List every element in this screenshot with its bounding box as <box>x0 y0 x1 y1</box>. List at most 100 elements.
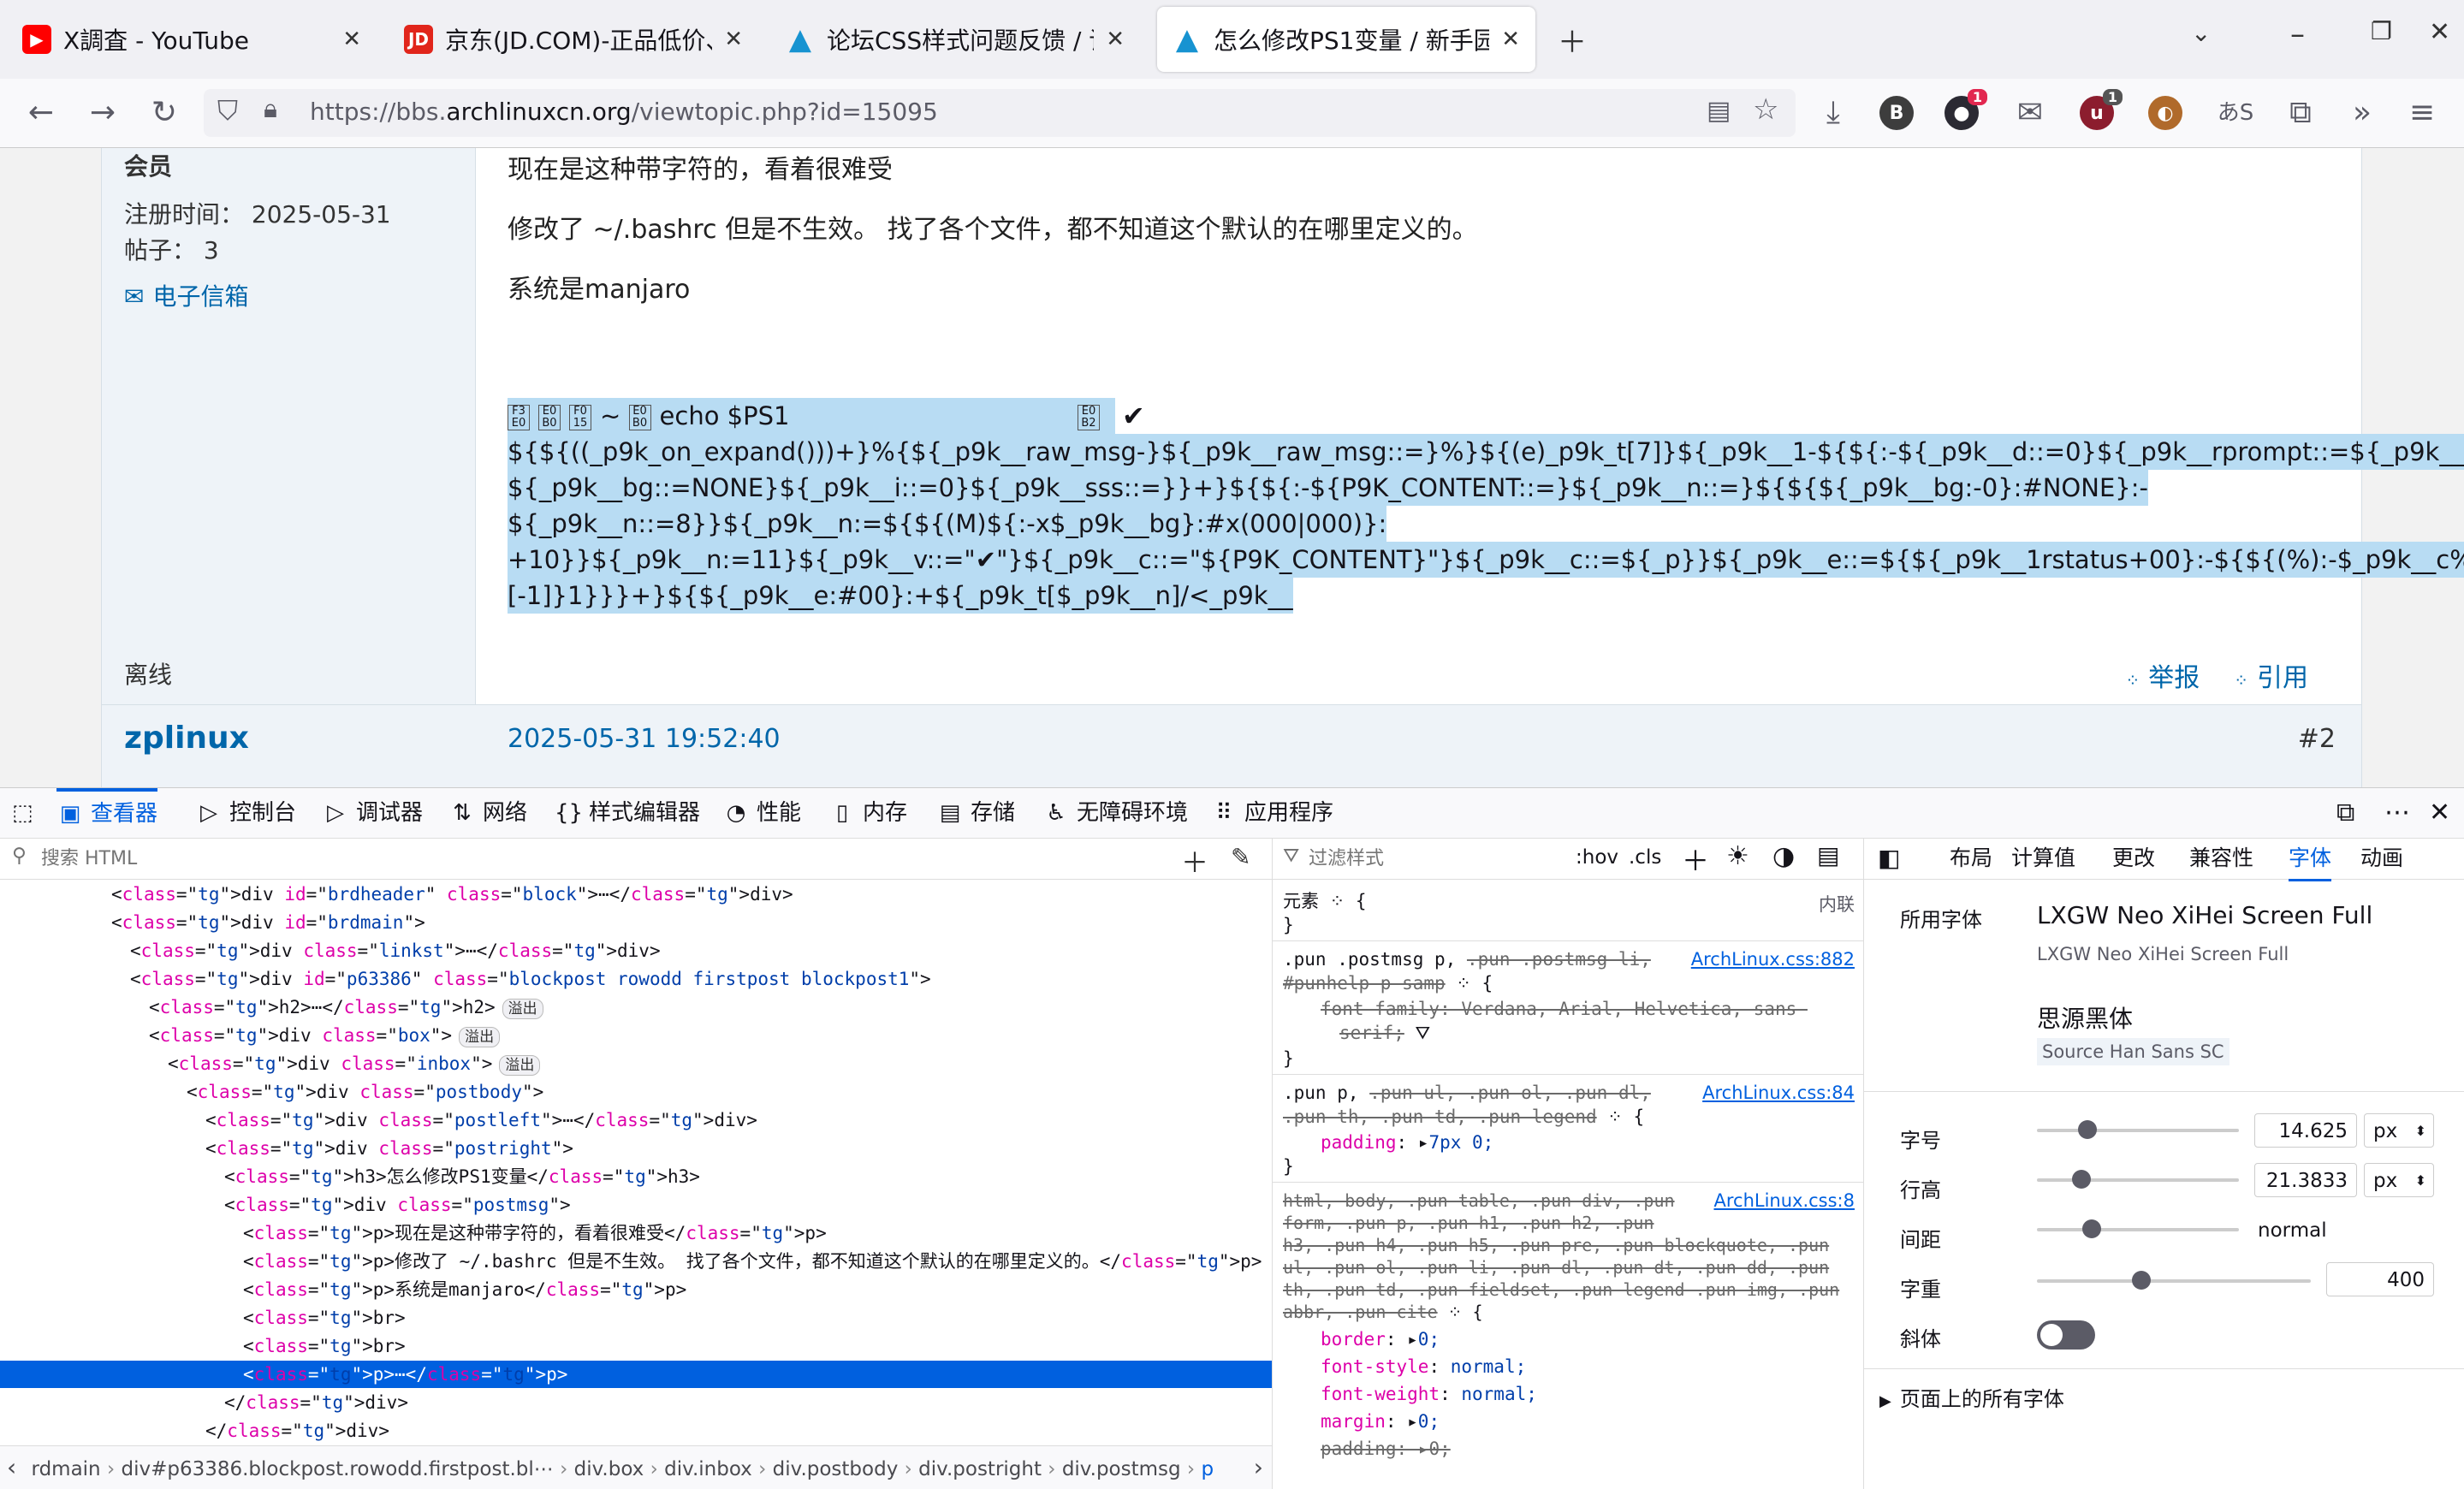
light-mode-icon[interactable]: ☀ <box>1726 841 1749 871</box>
css-declaration[interactable]: font-weight: normal; <box>1321 1382 1537 1406</box>
breadcrumb-item[interactable]: div#p63386.blockpost.rowodd.firstpost.bl… <box>121 1458 553 1480</box>
tab-debugger[interactable]: ▷ 调试器 <box>322 788 423 838</box>
bookmark-star-icon[interactable]: ☆ <box>1753 92 1778 127</box>
breadcrumb-item[interactable]: rdmain <box>32 1458 101 1480</box>
all-fonts-toggle[interactable]: ▶ 页面上的所有字体 <box>1879 1382 2064 1412</box>
url-bar[interactable]: ⛉ 🔒︎ https://bbs.archlinuxcn.org/viewtop… <box>204 89 1796 137</box>
add-node-icon[interactable]: ＋ <box>1181 841 1208 881</box>
html-tree-node[interactable]: </class="tg">div> <box>0 1417 1272 1445</box>
tab-memory[interactable]: ▯ 内存 <box>828 788 907 838</box>
tab-compatibility[interactable]: 兼容性 <box>2189 838 2253 879</box>
html-search-input[interactable] <box>39 843 1113 874</box>
close-icon[interactable]: ✕ <box>724 27 743 52</box>
new-tab-icon[interactable]: ＋ <box>1558 19 1587 61</box>
filter-styles-input[interactable] <box>1307 843 1567 874</box>
html-tree-node[interactable]: <class="tg">h2>⋯</class="tg">h2> 溢出 <box>0 994 1272 1021</box>
overflow-badge[interactable]: 溢出 <box>502 999 543 1019</box>
css-declaration[interactable]: padding: ▸7px 0; <box>1321 1130 1493 1154</box>
tab-application[interactable]: ⠿ 应用程序 <box>1210 788 1333 838</box>
extension-translate-icon[interactable]: あS <box>2215 92 2256 133</box>
add-rule-icon[interactable]: ＋ <box>1682 839 1709 879</box>
rule-source-link[interactable]: ArchLinux.css:882 <box>1691 949 1855 970</box>
tab-style-editor[interactable]: {} 样式编辑器 <box>555 788 700 838</box>
minimize-icon[interactable]: – <box>2290 17 2305 51</box>
download-icon[interactable]: ⤓ <box>1813 92 1854 133</box>
tab-layout[interactable]: 布局 <box>1950 838 1992 879</box>
css-declaration[interactable]: margin: ▸0; <box>1321 1409 1440 1433</box>
html-tree-node[interactable]: <class="tg">p>系统是manjaro</class="tg">p> <box>0 1276 1272 1303</box>
html-tree-node[interactable]: <class="tg">p>⋯</class="tg">p> <box>0 1361 1272 1388</box>
breadcrumb-item[interactable]: div.inbox <box>664 1458 752 1480</box>
next-post-number[interactable]: #2 <box>2298 724 2336 754</box>
breadcrumb-item[interactable]: div.postright <box>918 1458 1042 1480</box>
back-icon[interactable]: ← <box>21 92 62 133</box>
html-tree-node[interactable]: <class="tg">h3>怎么修改PS1变量</class="tg">h3> <box>0 1163 1272 1190</box>
close-icon[interactable]: ✕ <box>1106 27 1125 52</box>
html-tree-node[interactable]: <class="tg">div id="brdmain"> <box>0 909 1272 936</box>
font-weight-input[interactable]: 400 <box>2326 1262 2434 1296</box>
tab-youtube[interactable]: ▶ X調査 - YouTube ✕ <box>7 7 377 72</box>
extensions-puzzle-icon[interactable]: ⧉ <box>2280 92 2321 133</box>
css-declaration[interactable]: padding: ▸0; <box>1321 1437 1451 1461</box>
close-icon[interactable]: ✕ <box>1501 27 1520 52</box>
url-text[interactable]: https://bbs.archlinuxcn.org/viewtopic.ph… <box>310 98 938 126</box>
close-icon[interactable]: ✕ <box>342 27 361 52</box>
next-post-time[interactable]: 2025-05-31 19:52:40 <box>508 724 781 754</box>
css-declaration[interactable]: font-style: normal; <box>1321 1355 1526 1379</box>
breadcrumb-item[interactable]: div.postbody <box>773 1458 899 1480</box>
tab-jd[interactable]: JD 京东(JD.COM)-正品低价、品 ✕ <box>389 7 758 72</box>
font-size-input[interactable]: 14.625 <box>2254 1113 2357 1148</box>
html-tree-node[interactable]: <class="tg">div class="postbody"> <box>0 1078 1272 1106</box>
html-tree-node[interactable]: <class="tg">br> <box>0 1304 1272 1332</box>
tab-inspector[interactable]: ▣ 查看器 <box>56 788 158 838</box>
tab-network[interactable]: ⇅ 网络 <box>448 788 527 838</box>
shield-icon[interactable]: ⛉ <box>217 94 238 128</box>
report-link[interactable]: ⁘ 举报 ⁘ 引用 <box>2125 656 2308 694</box>
quote-link[interactable]: 引用 <box>2257 663 2308 693</box>
extension-b-icon[interactable]: B <box>1879 96 1914 130</box>
tab-performance[interactable]: ◔ 性能 <box>722 788 801 838</box>
html-tree-node[interactable]: <class="tg">div class="postright"> <box>0 1135 1272 1162</box>
tab-ps1[interactable]: ▲ 怎么修改PS1变量 / 新手园地 ✕ <box>1157 7 1535 72</box>
chevron-left-icon[interactable]: ‹ <box>7 1453 16 1481</box>
html-tree-node[interactable]: <class="tg">br> <box>0 1332 1272 1360</box>
tab-fonts[interactable]: 字体 <box>2289 838 2332 881</box>
line-height-unit-select[interactable]: px ⬍ <box>2364 1163 2434 1197</box>
italic-toggle[interactable] <box>2037 1320 2095 1350</box>
extension-people-icon[interactable]: ● 1 <box>1944 89 1987 130</box>
tab-accessibility[interactable]: ♿︎ 无障碍环境 <box>1042 788 1188 838</box>
breadcrumb-item[interactable]: p <box>1201 1458 1214 1480</box>
html-tree-node[interactable]: </class="tg">div> <box>0 1389 1272 1416</box>
forward-icon[interactable]: → <box>82 92 123 133</box>
line-height-input[interactable]: 21.3833 <box>2254 1163 2357 1197</box>
cls-toggle[interactable]: .cls <box>1629 846 1661 869</box>
hov-toggle[interactable]: :hov <box>1576 846 1618 869</box>
breadcrumb-item[interactable]: div.postmsg <box>1062 1458 1181 1480</box>
element-picker-icon[interactable]: ⬚ <box>12 788 33 838</box>
chevron-right-icon[interactable]: › <box>1254 1446 1263 1489</box>
close-window-icon[interactable]: ✕ <box>2429 17 2450 47</box>
tab-forum-css[interactable]: ▲ 论坛CSS样式问题反馈 / 论坛 ✕ <box>770 7 1140 72</box>
html-tree-node[interactable]: <class="tg">div id="brdheader" class="bl… <box>0 881 1272 908</box>
restore-icon[interactable]: ❐ <box>2371 17 2392 45</box>
mail-icon[interactable]: ✉ <box>2010 92 2051 133</box>
email-link[interactable]: ✉ 电子信箱 <box>124 278 248 312</box>
hamburger-menu-icon[interactable]: ≡ <box>2402 92 2443 133</box>
font-size-unit-select[interactable]: px ⬍ <box>2364 1113 2434 1148</box>
overflow-chevron-icon[interactable]: » <box>2342 92 2383 133</box>
rule-source-link[interactable]: ArchLinux.css:8 <box>1713 1190 1855 1211</box>
html-tree-node[interactable]: <class="tg">p>现在是这种带字符的，看着很难受</class="tg… <box>0 1219 1272 1247</box>
breadcrumb-item[interactable]: div.box <box>574 1458 644 1480</box>
html-tree-node[interactable]: <class="tg">div id="p63386" class="block… <box>0 965 1272 993</box>
tab-changes[interactable]: 更改 <box>2112 838 2155 879</box>
eyedropper-icon[interactable]: ✎ <box>1231 843 1250 871</box>
css-declaration[interactable]: font-family: Verdana, Arial, Helvetica, … <box>1321 997 1808 1021</box>
tab-storage[interactable]: ▤ 存储 <box>936 788 1015 838</box>
dark-mode-icon[interactable]: ◑ <box>1772 841 1795 871</box>
css-declaration[interactable]: serif; ⛛ <box>1339 1021 1430 1045</box>
css-declaration[interactable]: border: ▸0; <box>1321 1327 1440 1351</box>
dock-toggle-icon[interactable]: ⧉ <box>2336 788 2354 838</box>
html-tree-node[interactable]: <class="tg">div class="postleft">⋯</clas… <box>0 1106 1272 1134</box>
font-weight-slider[interactable] <box>2037 1271 2311 1290</box>
line-height-slider[interactable] <box>2037 1170 2239 1189</box>
